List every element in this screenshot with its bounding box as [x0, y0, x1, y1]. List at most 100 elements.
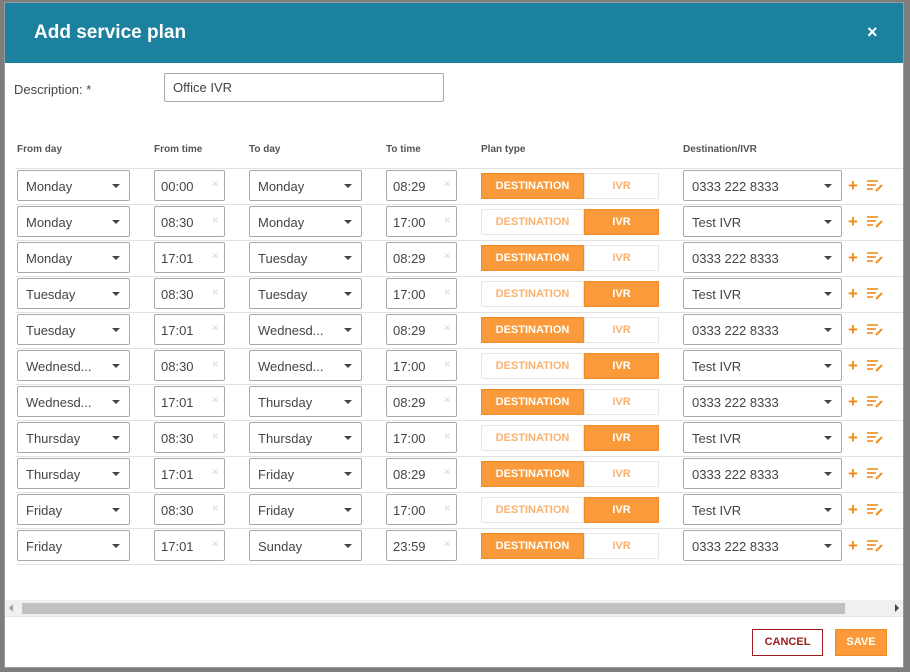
to-time-input[interactable]: 08:29 ✕ — [386, 314, 457, 345]
from-time-input[interactable]: 08:30 ✕ — [154, 494, 225, 525]
from-day-select[interactable]: Thursday — [17, 458, 130, 489]
plan-type-ivr-toggle[interactable]: IVR — [584, 245, 659, 271]
from-time-input[interactable]: 08:30 ✕ — [154, 350, 225, 381]
plan-type-ivr-toggle[interactable]: IVR — [584, 353, 659, 379]
horizontal-scrollbar[interactable] — [5, 600, 903, 616]
scroll-right-arrow-icon[interactable] — [895, 604, 899, 612]
destination-select[interactable]: 0333 222 8333 — [683, 458, 842, 489]
scroll-left-arrow-icon[interactable] — [9, 604, 13, 612]
to-time-input[interactable]: 17:00 ✕ — [386, 422, 457, 453]
to-day-select[interactable]: Tuesday — [249, 278, 362, 309]
clear-x-icon[interactable]: ✕ — [443, 359, 451, 370]
plan-type-destination-toggle[interactable]: DESTINATION — [481, 533, 584, 559]
to-time-input[interactable]: 23:59 ✕ — [386, 530, 457, 561]
plus-icon[interactable]: + — [848, 176, 858, 196]
clear-x-icon[interactable]: ✕ — [443, 251, 451, 262]
clear-x-icon[interactable]: ✕ — [211, 395, 219, 406]
plan-type-destination-toggle[interactable]: DESTINATION — [481, 245, 584, 271]
to-time-input[interactable]: 08:29 ✕ — [386, 458, 457, 489]
from-time-input[interactable]: 00:00 ✕ — [154, 170, 225, 201]
from-time-input[interactable]: 17:01 ✕ — [154, 314, 225, 345]
to-day-select[interactable]: Friday — [249, 494, 362, 525]
clear-x-icon[interactable]: ✕ — [211, 431, 219, 442]
edit-list-icon[interactable] — [867, 467, 883, 481]
plan-type-destination-toggle[interactable]: DESTINATION — [481, 461, 584, 487]
to-day-select[interactable]: Thursday — [249, 386, 362, 417]
clear-x-icon[interactable]: ✕ — [211, 503, 219, 514]
destination-select[interactable]: Test IVR — [683, 350, 842, 381]
plus-icon[interactable]: + — [848, 428, 858, 448]
to-time-input[interactable]: 08:29 ✕ — [386, 170, 457, 201]
from-time-input[interactable]: 17:01 ✕ — [154, 386, 225, 417]
edit-list-icon[interactable] — [867, 539, 883, 553]
plan-type-destination-toggle[interactable]: DESTINATION — [481, 209, 584, 235]
destination-select[interactable]: Test IVR — [683, 494, 842, 525]
clear-x-icon[interactable]: ✕ — [443, 215, 451, 226]
plan-type-ivr-toggle[interactable]: IVR — [584, 425, 659, 451]
plan-type-destination-toggle[interactable]: DESTINATION — [481, 425, 584, 451]
to-time-input[interactable]: 08:29 ✕ — [386, 386, 457, 417]
from-day-select[interactable]: Friday — [17, 530, 130, 561]
from-time-input[interactable]: 17:01 ✕ — [154, 530, 225, 561]
edit-list-icon[interactable] — [867, 251, 883, 265]
plan-type-ivr-toggle[interactable]: IVR — [584, 173, 659, 199]
edit-list-icon[interactable] — [867, 395, 883, 409]
plus-icon[interactable]: + — [848, 500, 858, 520]
plan-type-ivr-toggle[interactable]: IVR — [584, 461, 659, 487]
to-day-select[interactable]: Monday — [249, 206, 362, 237]
plus-icon[interactable]: + — [848, 320, 858, 340]
plan-type-destination-toggle[interactable]: DESTINATION — [481, 281, 584, 307]
from-day-select[interactable]: Friday — [17, 494, 130, 525]
description-input[interactable]: Office IVR — [164, 73, 444, 102]
plan-type-ivr-toggle[interactable]: IVR — [584, 317, 659, 343]
to-day-select[interactable]: Wednesd... — [249, 314, 362, 345]
clear-x-icon[interactable]: ✕ — [443, 539, 451, 550]
plan-type-destination-toggle[interactable]: DESTINATION — [481, 389, 584, 415]
plan-type-destination-toggle[interactable]: DESTINATION — [481, 317, 584, 343]
clear-x-icon[interactable]: ✕ — [211, 539, 219, 550]
to-time-input[interactable]: 08:29 ✕ — [386, 242, 457, 273]
clear-x-icon[interactable]: ✕ — [443, 467, 451, 478]
from-day-select[interactable]: Monday — [17, 206, 130, 237]
edit-list-icon[interactable] — [867, 503, 883, 517]
plan-type-ivr-toggle[interactable]: IVR — [584, 533, 659, 559]
clear-x-icon[interactable]: ✕ — [443, 179, 451, 190]
edit-list-icon[interactable] — [867, 431, 883, 445]
close-icon[interactable]: × — [867, 22, 878, 43]
clear-x-icon[interactable]: ✕ — [211, 287, 219, 298]
to-day-select[interactable]: Thursday — [249, 422, 362, 453]
plan-type-ivr-toggle[interactable]: IVR — [584, 389, 659, 415]
from-day-select[interactable]: Wednesd... — [17, 350, 130, 381]
plan-type-ivr-toggle[interactable]: IVR — [584, 497, 659, 523]
plus-icon[interactable]: + — [848, 212, 858, 232]
clear-x-icon[interactable]: ✕ — [211, 251, 219, 262]
to-day-select[interactable]: Sunday — [249, 530, 362, 561]
clear-x-icon[interactable]: ✕ — [211, 323, 219, 334]
destination-select[interactable]: 0333 222 8333 — [683, 242, 842, 273]
from-day-select[interactable]: Monday — [17, 242, 130, 273]
to-day-select[interactable]: Wednesd... — [249, 350, 362, 381]
plan-type-destination-toggle[interactable]: DESTINATION — [481, 353, 584, 379]
destination-select[interactable]: Test IVR — [683, 206, 842, 237]
clear-x-icon[interactable]: ✕ — [443, 503, 451, 514]
to-day-select[interactable]: Friday — [249, 458, 362, 489]
plus-icon[interactable]: + — [848, 392, 858, 412]
clear-x-icon[interactable]: ✕ — [211, 179, 219, 190]
destination-select[interactable]: Test IVR — [683, 278, 842, 309]
destination-select[interactable]: Test IVR — [683, 422, 842, 453]
clear-x-icon[interactable]: ✕ — [211, 359, 219, 370]
clear-x-icon[interactable]: ✕ — [443, 287, 451, 298]
edit-list-icon[interactable] — [867, 287, 883, 301]
scrollbar-thumb[interactable] — [22, 603, 845, 614]
to-day-select[interactable]: Tuesday — [249, 242, 362, 273]
from-time-input[interactable]: 17:01 ✕ — [154, 458, 225, 489]
from-time-input[interactable]: 08:30 ✕ — [154, 422, 225, 453]
clear-x-icon[interactable]: ✕ — [443, 431, 451, 442]
edit-list-icon[interactable] — [867, 359, 883, 373]
from-day-select[interactable]: Monday — [17, 170, 130, 201]
destination-select[interactable]: 0333 222 8333 — [683, 314, 842, 345]
plan-type-ivr-toggle[interactable]: IVR — [584, 209, 659, 235]
clear-x-icon[interactable]: ✕ — [211, 467, 219, 478]
cancel-button[interactable]: CANCEL — [752, 629, 823, 656]
plan-type-destination-toggle[interactable]: DESTINATION — [481, 173, 584, 199]
